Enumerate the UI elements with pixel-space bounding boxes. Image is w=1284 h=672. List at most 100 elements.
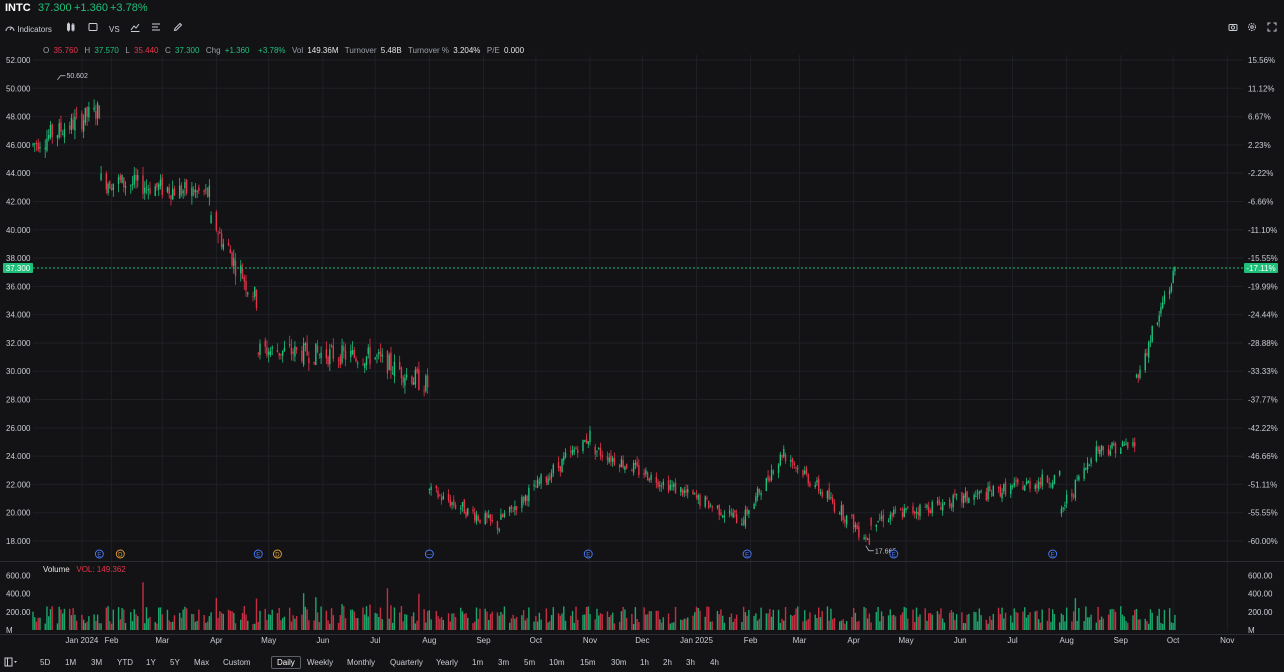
- candle-body[interactable]: [926, 505, 928, 508]
- candle-body[interactable]: [809, 483, 811, 487]
- candle-body[interactable]: [194, 190, 197, 192]
- candle-body[interactable]: [243, 277, 245, 282]
- candle-body[interactable]: [1034, 484, 1036, 490]
- candle-body[interactable]: [1048, 482, 1050, 484]
- candle-body[interactable]: [914, 511, 916, 514]
- candle-body[interactable]: [105, 173, 108, 190]
- candle-body[interactable]: [524, 495, 527, 501]
- candle-body[interactable]: [173, 189, 176, 196]
- candle-body[interactable]: [549, 476, 551, 481]
- candle-body[interactable]: [378, 352, 380, 354]
- candle-body[interactable]: [704, 496, 706, 507]
- candle-body[interactable]: [833, 502, 836, 512]
- candle-body[interactable]: [156, 182, 158, 188]
- candle-body[interactable]: [318, 354, 321, 356]
- candle-body[interactable]: [1120, 448, 1122, 454]
- candle-body[interactable]: [1125, 443, 1127, 446]
- candle-body[interactable]: [72, 119, 74, 129]
- candle-body[interactable]: [936, 501, 939, 503]
- candle-body[interactable]: [313, 361, 315, 364]
- candle-body[interactable]: [699, 494, 701, 506]
- candle-body[interactable]: [990, 493, 993, 495]
- candle-body[interactable]: [290, 347, 293, 355]
- candle-body[interactable]: [632, 463, 635, 473]
- candle-body[interactable]: [1001, 492, 1003, 499]
- candle-body[interactable]: [280, 353, 282, 356]
- candle-body[interactable]: [60, 122, 62, 132]
- candle-body[interactable]: [852, 514, 855, 529]
- candle-body[interactable]: [217, 233, 219, 235]
- candle-body[interactable]: [753, 503, 755, 510]
- candle-body[interactable]: [49, 124, 52, 138]
- candle-body[interactable]: [669, 484, 671, 490]
- candle-body[interactable]: [491, 519, 493, 522]
- candle-body[interactable]: [955, 494, 958, 496]
- candle-body[interactable]: [557, 462, 560, 469]
- candle-body[interactable]: [610, 455, 612, 462]
- candle-body[interactable]: [1163, 295, 1166, 302]
- range-5d-button[interactable]: 5D: [40, 658, 50, 667]
- candle-body[interactable]: [734, 510, 736, 513]
- candle-body[interactable]: [240, 265, 242, 274]
- candle-body[interactable]: [952, 495, 954, 508]
- candle-body[interactable]: [807, 474, 809, 484]
- candle-body[interactable]: [208, 185, 211, 198]
- candle-body[interactable]: [1041, 474, 1043, 487]
- candle-body[interactable]: [159, 179, 162, 186]
- candle-body[interactable]: [63, 128, 66, 138]
- candle-body[interactable]: [411, 376, 413, 385]
- candle-body[interactable]: [683, 490, 685, 493]
- candle-body[interactable]: [107, 183, 109, 194]
- candle-body[interactable]: [205, 188, 207, 190]
- candle-body[interactable]: [894, 509, 897, 511]
- candle-body[interactable]: [281, 350, 284, 356]
- candle-body[interactable]: [571, 449, 574, 455]
- candle-body[interactable]: [694, 493, 696, 494]
- candle-body[interactable]: [70, 117, 73, 130]
- candle-body[interactable]: [271, 347, 273, 349]
- candle-body[interactable]: [1038, 481, 1040, 490]
- candle-body[interactable]: [819, 491, 822, 494]
- candle-body[interactable]: [917, 511, 919, 515]
- interval-1m-button[interactable]: 1m: [472, 658, 483, 667]
- candle-body[interactable]: [929, 510, 932, 513]
- candle-body[interactable]: [863, 537, 865, 540]
- candle-body[interactable]: [418, 369, 420, 391]
- candle-body[interactable]: [903, 508, 905, 517]
- candle-body[interactable]: [540, 474, 542, 484]
- candle-body[interactable]: [535, 486, 537, 488]
- candle-body[interactable]: [636, 462, 638, 466]
- candle-body[interactable]: [671, 484, 673, 486]
- candle-body[interactable]: [158, 184, 160, 190]
- candle-body[interactable]: [180, 185, 183, 196]
- candle-body[interactable]: [350, 350, 352, 358]
- candle-body[interactable]: [133, 174, 135, 185]
- candle-body[interactable]: [940, 507, 942, 510]
- candle-body[interactable]: [1076, 477, 1078, 479]
- candle-body[interactable]: [585, 438, 588, 443]
- candle-body[interactable]: [559, 466, 561, 472]
- candle-body[interactable]: [489, 514, 492, 521]
- candle-body[interactable]: [1149, 340, 1152, 343]
- candle-body[interactable]: [575, 447, 577, 450]
- candle-body[interactable]: [631, 470, 633, 472]
- candle-body[interactable]: [254, 287, 256, 297]
- candle-body[interactable]: [1071, 493, 1073, 497]
- candle-body[interactable]: [828, 488, 830, 500]
- candle-body[interactable]: [58, 123, 60, 138]
- candle-body[interactable]: [950, 504, 953, 509]
- candle-body[interactable]: [790, 459, 792, 462]
- candle-body[interactable]: [112, 183, 115, 191]
- candle-body[interactable]: [166, 187, 169, 192]
- candle-body[interactable]: [730, 512, 733, 516]
- candle-body[interactable]: [648, 478, 651, 482]
- candle-body[interactable]: [900, 509, 902, 511]
- candle-body[interactable]: [564, 452, 567, 458]
- candle-body[interactable]: [351, 350, 354, 355]
- range-3m-button[interactable]: 3M: [91, 658, 102, 667]
- candle-body[interactable]: [388, 354, 390, 370]
- candle-body[interactable]: [381, 354, 383, 357]
- candle-body[interactable]: [453, 500, 455, 506]
- candle-body[interactable]: [611, 457, 614, 462]
- candle-body[interactable]: [447, 494, 450, 501]
